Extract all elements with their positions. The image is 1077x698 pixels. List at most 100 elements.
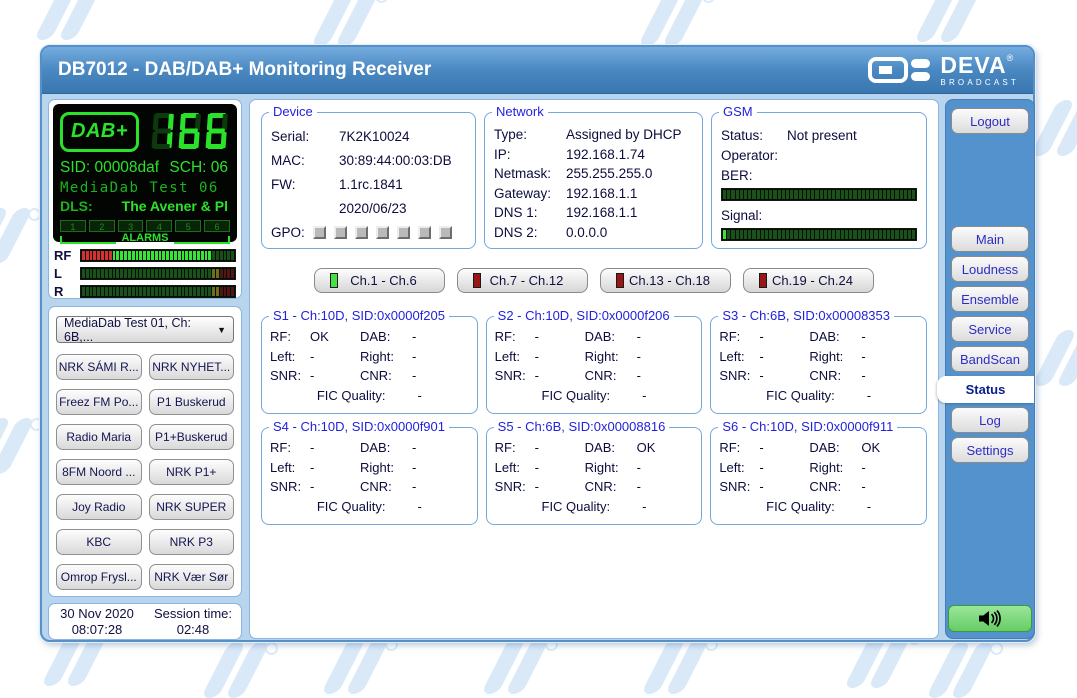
station-button[interactable]: NRK P1+ xyxy=(148,459,234,485)
fic-quality-row: FIC Quality: - xyxy=(719,497,918,517)
meter-segment xyxy=(912,190,916,199)
fic-quality-label: FIC Quality: xyxy=(316,498,386,514)
meter-segment xyxy=(790,230,794,239)
status-value: - xyxy=(310,440,315,455)
meter-segment xyxy=(899,190,903,199)
alarm-cell: 3 xyxy=(117,220,144,232)
station-button[interactable]: NRK NYHET... xyxy=(148,354,234,380)
network-legend: Network xyxy=(492,104,548,119)
session-value: 02:48 xyxy=(176,621,210,637)
sidebar-item-settings[interactable]: Settings xyxy=(951,437,1029,463)
sidebar-item-loudness[interactable]: Loudness xyxy=(951,256,1029,282)
meter-segment xyxy=(777,190,781,199)
rf-meter-label: RF xyxy=(54,248,72,263)
status-label: RF: xyxy=(270,440,291,455)
meter-segment xyxy=(227,251,231,260)
meter-segment xyxy=(112,269,116,278)
registered-mark xyxy=(375,0,388,3)
db-watermark-icon xyxy=(640,638,718,694)
status-label: Left: xyxy=(719,459,745,475)
station-button[interactable]: NRK P3 xyxy=(148,529,234,555)
meter-segment xyxy=(189,251,193,260)
brand-name: DEVA xyxy=(940,51,1007,78)
meter-segment xyxy=(170,269,173,278)
station-button[interactable]: NRK SÁMI R... xyxy=(56,354,142,380)
deva-logo: DEVA® BROADCAST xyxy=(867,51,1019,87)
meter-segment xyxy=(802,230,807,239)
network-field-label: Type: xyxy=(494,127,528,142)
meter-segment xyxy=(131,251,135,260)
meter-segment xyxy=(196,269,200,278)
channel-range-button[interactable]: Ch.7 - Ch.12 xyxy=(457,268,588,293)
meter-segment xyxy=(727,230,731,239)
status-panel: S3 - Ch:6B, SID:0x00008353 RF: - DAB: - Left:… xyxy=(710,308,927,414)
meter-segment xyxy=(769,190,773,199)
station-button[interactable]: P1 Buskerud xyxy=(148,389,234,415)
meter-segment xyxy=(97,251,101,260)
station-button[interactable]: Freez FM Po... xyxy=(56,389,142,415)
meter-segment xyxy=(185,251,189,260)
station-button[interactable]: KBC xyxy=(56,529,142,555)
sidebar-item-log[interactable]: Log xyxy=(951,407,1029,433)
bracket-right xyxy=(173,236,230,244)
meter-segment xyxy=(82,287,85,296)
status-value: - xyxy=(310,348,315,364)
status-label: Right: xyxy=(360,348,394,364)
station-button[interactable]: Joy Radio xyxy=(56,494,142,520)
channel-range-button[interactable]: Ch.13 - Ch.18 xyxy=(600,268,731,293)
meter-segment xyxy=(223,269,227,278)
meter-segment xyxy=(181,287,185,296)
meter-segment xyxy=(112,287,116,296)
stations-panel: MediaDab Test 01, Ch: 6B,... ▼ NRK SÁMI … xyxy=(48,306,242,597)
db-watermark-icon xyxy=(0,418,43,474)
sidebar-item-bandscan[interactable]: BandScan xyxy=(951,346,1029,372)
dab-plus-logo: DAB+ xyxy=(60,111,140,152)
sidebar-item-status[interactable]: Status xyxy=(937,376,1034,403)
sidebar-item-service[interactable]: Service xyxy=(951,316,1029,342)
channel-range-button[interactable]: Ch.1 - Ch.6 xyxy=(314,268,445,293)
channel-range-button[interactable]: Ch.19 - Ch.24 xyxy=(743,268,874,293)
network-field-row: DNS 2: 0.0.0.0 xyxy=(494,223,693,243)
sidebar-item-ensemble[interactable]: Ensemble xyxy=(951,286,1029,312)
meter-segment xyxy=(93,287,97,296)
station-button[interactable]: Omrop Frysl... xyxy=(56,564,142,590)
station-button[interactable]: P1+Buskerud xyxy=(148,424,234,450)
audio-listen-button[interactable] xyxy=(948,605,1032,632)
status-label: Left: xyxy=(494,348,520,364)
network-field-value: 192.168.1.74 xyxy=(566,146,645,162)
station-button[interactable]: NRK SUPER xyxy=(148,494,234,520)
meter-segment xyxy=(200,251,204,260)
status-value: - xyxy=(412,459,417,475)
meter-segment xyxy=(158,251,162,260)
meter-segment xyxy=(127,251,131,260)
alarms-label: ALARMS xyxy=(121,232,169,244)
station-button[interactable]: NRK Vær Sør xyxy=(148,564,234,590)
titlebar: DB7012 - DAB/DAB+ Monitoring Receiver DE… xyxy=(42,47,1033,94)
sidebar-item-main[interactable]: Main xyxy=(951,226,1029,252)
meter-segment xyxy=(886,230,891,239)
chevron-down-icon: ▼ xyxy=(217,324,226,335)
meter-segment xyxy=(85,287,89,296)
station-button[interactable]: Radio Maria xyxy=(56,424,142,450)
meter-segment xyxy=(807,230,811,239)
device-fieldset: Device Serial: 7K2K10024 MAC: 30:89:44:00:0… xyxy=(261,104,477,249)
meter-segment xyxy=(143,269,147,278)
meter-segment xyxy=(886,190,891,199)
logout-button[interactable]: Logout xyxy=(951,108,1029,134)
dls-text: The Avener & Pl xyxy=(121,198,228,214)
status-label: RF: xyxy=(719,329,741,344)
meter-segment xyxy=(739,230,744,239)
meter-segment xyxy=(836,230,840,239)
network-fieldset: Network Type: Assigned by DHCP IP: 192.168.… xyxy=(484,104,703,249)
station-button[interactable]: 8FM Noord ... xyxy=(56,459,142,485)
status-value: - xyxy=(636,368,641,383)
brand-sub: BROADCAST xyxy=(940,77,1019,87)
status-value: - xyxy=(636,479,641,494)
status-value: OK xyxy=(861,440,881,455)
ensemble-select[interactable]: MediaDab Test 01, Ch: 6B,... ▼ xyxy=(56,316,234,344)
meter-segment xyxy=(765,230,769,239)
status-panel-legend: S6 - Ch:10D, SID:0x0000f911 xyxy=(718,419,898,434)
meter-segment xyxy=(97,269,101,278)
status-value: - xyxy=(310,368,315,383)
meter-segment xyxy=(903,190,907,199)
